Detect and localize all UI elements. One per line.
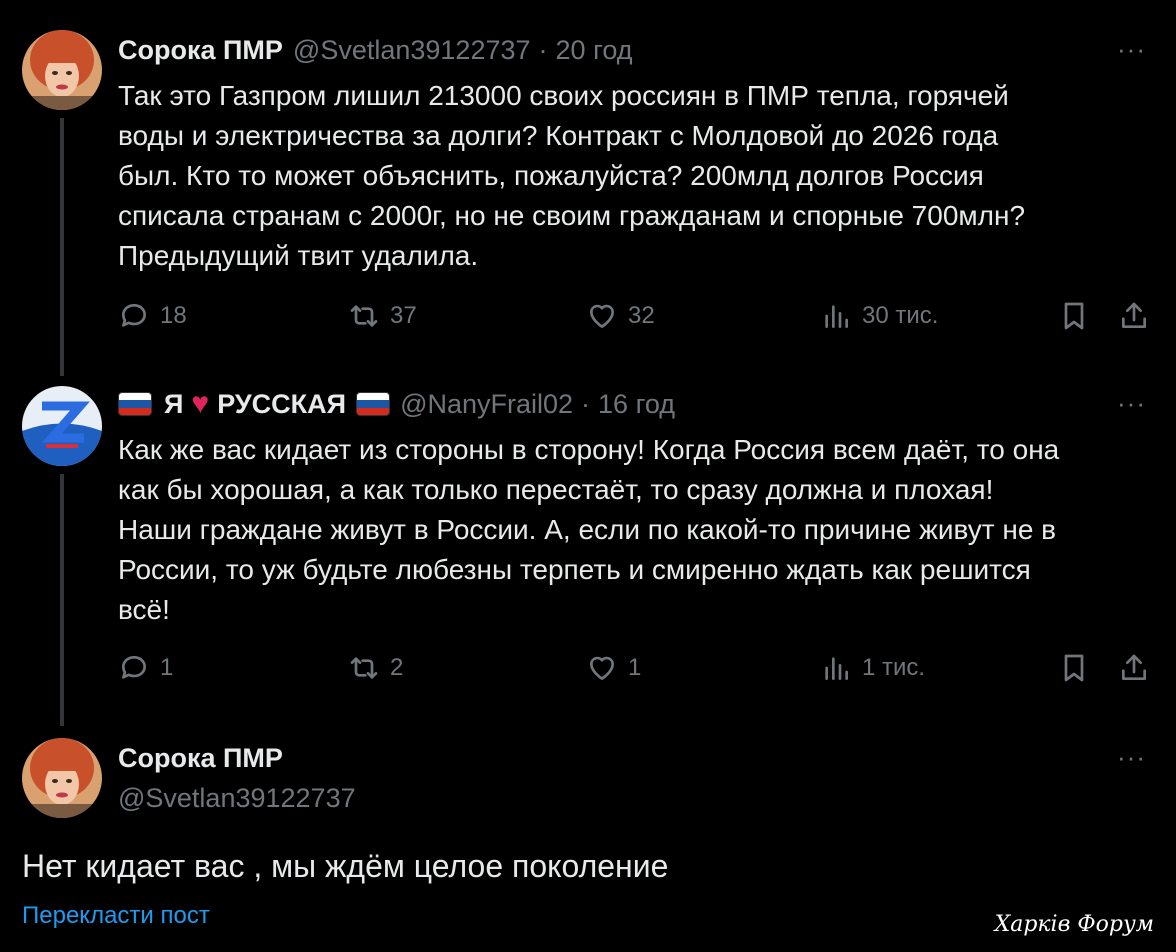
bookmark-icon: [1064, 654, 1084, 682]
like-button[interactable]: 1: [586, 652, 641, 684]
russia-flag-icon: [356, 392, 391, 416]
author-name-part[interactable]: Я: [164, 389, 183, 420]
share-button[interactable]: [1118, 652, 1160, 684]
tweet-1[interactable]: Сорока ПМР @Svetlan39122737 · 20 год ···…: [0, 0, 1176, 380]
text-line: России, то уж будьте любезны терпеть и с…: [118, 554, 1031, 585]
bookmark-button[interactable]: [1058, 652, 1100, 684]
more-icon[interactable]: ···: [1117, 388, 1146, 419]
repost-icon: [350, 657, 378, 679]
repost-button[interactable]: 2: [348, 652, 403, 684]
text-line: воды и электричества за долги? Контракт …: [118, 120, 999, 151]
like-icon: [590, 656, 614, 680]
avatar[interactable]: [22, 738, 102, 818]
tweet-text: Так это Газпром лишил 213000 своих росси…: [118, 76, 1158, 276]
timestamp[interactable]: 20 год: [556, 35, 633, 66]
reply-button[interactable]: 18: [118, 300, 187, 332]
views-button[interactable]: 1 тис.: [820, 652, 925, 684]
repost-count: 2: [390, 654, 404, 681]
text-line: списала странам с 2000г, но не своим гра…: [118, 200, 1026, 231]
reply-button[interactable]: 1: [118, 652, 173, 684]
views-count: 1 тис.: [862, 654, 926, 681]
action-bar: 1 2 1 1 тис.: [118, 652, 1158, 692]
author-handle[interactable]: @Svetlan39122737: [293, 35, 531, 66]
repost-button[interactable]: 37: [348, 300, 417, 332]
tweet-2[interactable]: Я ♥ РУССКАЯ @NanyFrail02 · 16 год ··· Ка…: [0, 380, 1176, 732]
text-line: Предыдущий твит удалила.: [118, 240, 479, 271]
thread-line: [60, 118, 64, 376]
tweet-text: Как же вас кидает из стороны в сторону! …: [118, 430, 1158, 630]
like-icon: [590, 304, 614, 328]
bookmark-button[interactable]: [1058, 300, 1100, 332]
author-handle[interactable]: @NanyFrail02: [400, 389, 573, 420]
avatar[interactable]: [22, 30, 102, 110]
timestamp[interactable]: 16 год: [598, 389, 675, 420]
share-icon: [1122, 654, 1146, 680]
separator-dot: ·: [538, 34, 548, 65]
text-line: как бы хорошая, а как только перестаёт, …: [118, 474, 994, 505]
author-name[interactable]: Сорока ПМР: [118, 35, 283, 66]
views-icon: [825, 657, 848, 680]
views-icon: [825, 305, 848, 328]
heart-icon: ♥: [191, 387, 210, 420]
share-button[interactable]: [1118, 300, 1160, 332]
russia-flag-icon: [118, 392, 152, 416]
reply-count: 1: [160, 654, 174, 681]
like-button[interactable]: 32: [586, 300, 655, 332]
reply-count: 18: [160, 302, 187, 329]
author-name[interactable]: Сорока ПМР: [118, 743, 283, 774]
bookmark-icon: [1064, 302, 1084, 330]
share-icon: [1122, 302, 1146, 328]
text-line: Как же вас кидает из стороны в сторону! …: [118, 434, 1060, 465]
views-button[interactable]: 30 тис.: [820, 300, 938, 332]
tweet-header: Сорока ПМР @Svetlan39122737 · 20 год: [118, 30, 633, 70]
like-count: 32: [628, 302, 655, 329]
author-name-part[interactable]: РУССКАЯ: [217, 389, 346, 420]
more-icon[interactable]: ···: [1117, 742, 1146, 773]
more-icon[interactable]: ···: [1117, 34, 1146, 65]
author-name-row: Сорока ПМР: [118, 738, 283, 778]
text-line: Так это Газпром лишил 213000 своих росси…: [118, 80, 1009, 111]
text-line: всё!: [118, 594, 170, 625]
avatar[interactable]: [22, 386, 102, 466]
text-line: Наши граждане живут в России. А, если по…: [118, 514, 1057, 545]
like-count: 1: [628, 654, 642, 681]
author-handle-row: @Svetlan39122737: [118, 778, 356, 818]
text-line: был. Кто то может объяснить, пожалуйста?…: [118, 160, 984, 191]
reply-icon: [122, 656, 146, 679]
views-count: 30 тис.: [862, 302, 939, 329]
reply-icon: [122, 304, 146, 327]
thread-line: [60, 474, 64, 726]
separator-dot: ·: [581, 388, 591, 419]
author-handle[interactable]: @Svetlan39122737: [118, 783, 356, 814]
repost-count: 37: [390, 302, 417, 329]
action-bar: 18 37 32 30 тис.: [118, 300, 1158, 340]
watermark: Харків Форум: [994, 912, 1154, 937]
tweet-text: Нет кидает вас , мы ждём целое поколение: [22, 848, 669, 884]
tweet-header: Я ♥ РУССКАЯ @NanyFrail02 · 16 год: [118, 384, 675, 424]
repost-icon: [350, 305, 378, 327]
translate-post-link[interactable]: Перекласти пост: [22, 902, 210, 930]
